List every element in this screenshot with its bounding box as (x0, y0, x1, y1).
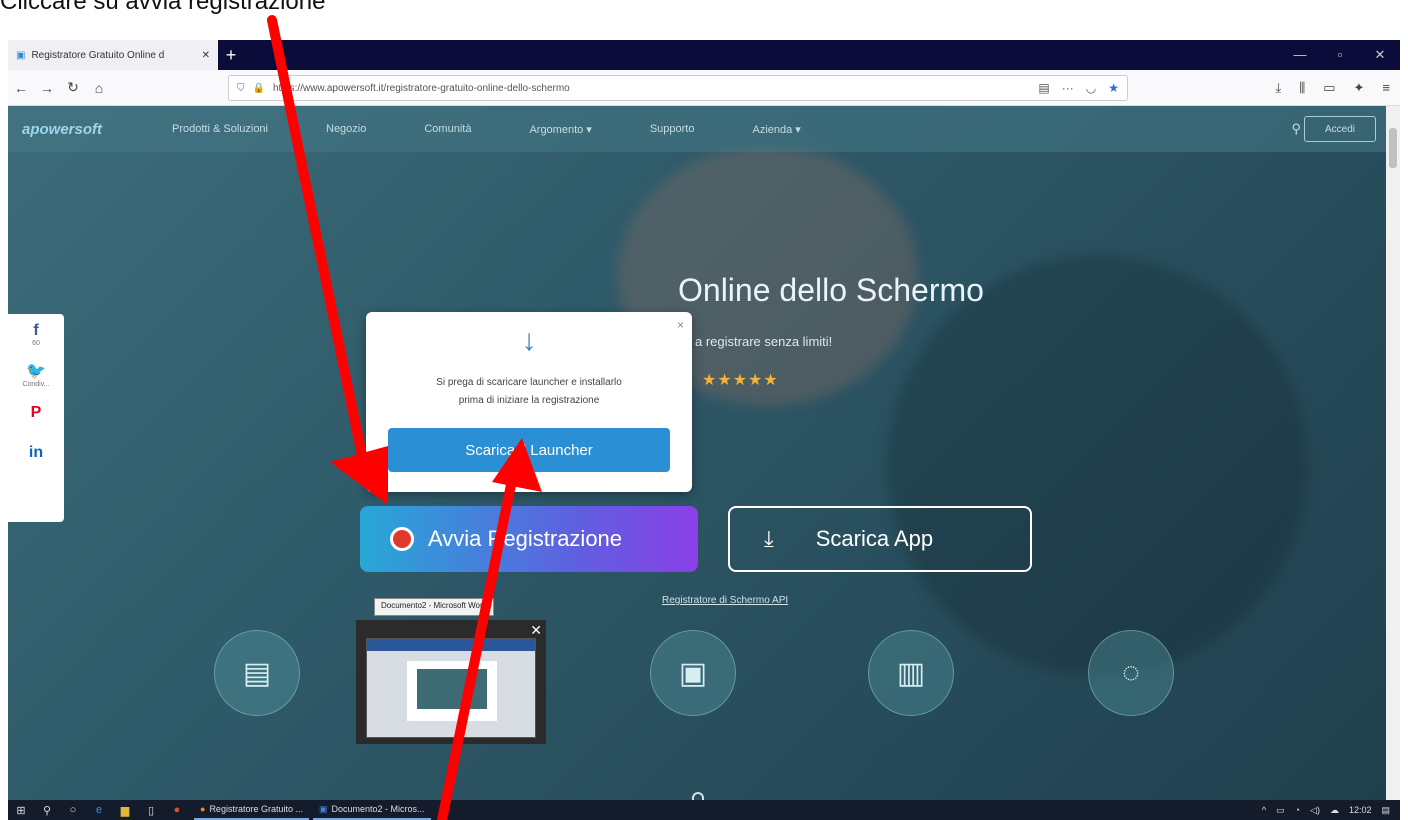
search-icon[interactable]: ⚲ (1291, 121, 1301, 137)
tray-volume-icon[interactable]: ◁) (1310, 805, 1320, 816)
windows-taskbar: ⊞ ⚲ ○ e ▆ ▯ ● ● Registratore Gratuito ..… (8, 800, 1400, 820)
tray-network-icon[interactable]: ◔ (1295, 805, 1300, 815)
tray-battery-icon[interactable]: ▭ (1276, 805, 1285, 816)
popup-message-line2: prima di iniziare la registrazione (458, 395, 600, 406)
nav-company[interactable]: Azienda ▾ (752, 123, 800, 136)
start-recording-label: Avvia Registrazione (428, 526, 623, 551)
launcher-popup: × ↓ Si prega di scaricare launcher e ins… (366, 312, 692, 492)
forward-icon[interactable]: → (34, 80, 60, 96)
feature-document-search-icon[interactable]: ▤ (214, 630, 300, 716)
firefox-icon: ● (200, 804, 206, 814)
scrollbar-thumb[interactable] (1389, 128, 1397, 168)
taskbar-firefox[interactable]: ● Registratore Gratuito ... (194, 800, 309, 820)
menu-icon[interactable]: ≡ (1382, 80, 1390, 96)
extension-icon[interactable]: ✦ (1354, 80, 1365, 96)
download-app-label: Scarica App (815, 526, 934, 551)
favicon-icon: ▣ (16, 49, 26, 61)
facebook-icon[interactable]: f (33, 322, 38, 340)
nav-store[interactable]: Negozio (326, 123, 366, 135)
nav-topics[interactable]: Argomento ▾ (529, 123, 591, 136)
close-window-button[interactable]: ✕ (1360, 47, 1400, 63)
browser-tab[interactable]: ▣ Registratore Gratuito Online d ✕ (8, 40, 218, 70)
login-button[interactable]: Accedi (1304, 116, 1376, 142)
webpage: apowersoft Prodotti & Soluzioni Negozio … (8, 106, 1386, 800)
nav-support[interactable]: Supporto (650, 123, 695, 135)
feature-window-capture-icon[interactable]: ▣ (650, 630, 736, 716)
download-arrow-icon: ↓ (521, 324, 537, 357)
new-tab-button[interactable]: + (218, 40, 244, 70)
windows-start-icon[interactable]: ⊞ (8, 804, 34, 817)
vertical-scrollbar[interactable] (1386, 106, 1400, 800)
social-share-bar: f 60 🐦 Condiv... P in (8, 314, 64, 522)
instruction-caption: Cliccare su avvia registrazione (0, 0, 326, 15)
download-icon: ⤓ (764, 526, 774, 551)
browser-window: ▣ Registratore Gratuito Online d ✕ + — ▫… (8, 40, 1400, 800)
shield-icon: ⛉ (237, 82, 245, 94)
preview-thumbnail (366, 638, 536, 738)
system-tray: ^ ▭ ◔ ◁) ☁ 12:02 ▤ (1262, 805, 1400, 816)
twitter-icon[interactable]: 🐦 (26, 363, 46, 381)
download-app-button[interactable]: ⤓ Scarica App (728, 506, 1032, 572)
chrome-icon[interactable]: ● (164, 804, 190, 816)
search-icon[interactable]: ⚲ (34, 804, 60, 817)
navigation-toolbar: ← → ↻ ⌂ ⛉ 🔒 https://www.apowersoft.it/re… (8, 70, 1400, 106)
bookmark-star-icon[interactable]: ★ (1108, 81, 1119, 95)
nav-products[interactable]: Prodotti & Soluzioni (172, 123, 268, 135)
calculator-icon[interactable]: ▯ (138, 804, 164, 817)
facebook-count: 60 (32, 340, 40, 347)
pinterest-icon[interactable]: P (31, 404, 42, 422)
twitter-label: Condiv... (22, 381, 50, 388)
tab-title: Registratore Gratuito Online d (31, 49, 165, 61)
taskbar-word-label: Documento2 - Micros... (331, 804, 425, 814)
hero-subtitle: a registrare senza limiti! (695, 334, 833, 349)
pocket-icon[interactable]: ◡ (1086, 81, 1096, 95)
preview-close-icon[interactable]: ✕ (530, 622, 542, 639)
back-icon[interactable]: ← (8, 80, 34, 96)
hero-title: Online dello Schermo (678, 272, 984, 308)
more-icon[interactable]: ··· (1062, 81, 1074, 95)
clock-time[interactable]: 12:02 (1349, 805, 1372, 815)
downloads-icon[interactable]: ⤓ (1275, 80, 1281, 96)
feature-chat-icon[interactable]: ◌ (1088, 630, 1174, 716)
sidebar-icon[interactable]: ▭ (1323, 80, 1335, 96)
word-icon: ▣ (318, 803, 328, 814)
taskbar-firefox-label: Registratore Gratuito ... (209, 804, 303, 814)
taskbar-word[interactable]: ▣ Documento2 - Micros... (312, 800, 431, 820)
edge-icon[interactable]: e (86, 804, 112, 816)
maximize-button[interactable]: ▫ (1320, 47, 1360, 63)
rating-stars: ★★★★★ (702, 372, 779, 389)
close-tab-icon[interactable]: ✕ (202, 50, 210, 61)
tab-bar: ▣ Registratore Gratuito Online d ✕ + — ▫… (8, 40, 1400, 70)
url-text: https://www.apowersoft.it/registratore-g… (272, 82, 570, 94)
minimize-button[interactable]: — (1280, 47, 1320, 63)
tray-cloud-icon[interactable]: ☁ (1330, 805, 1339, 816)
reload-icon[interactable]: ↻ (60, 79, 86, 96)
popup-message-line1: Si prega di scaricare launcher e install… (436, 377, 622, 388)
lock-icon: 🔒 (252, 82, 265, 94)
nav-community[interactable]: Comunità (424, 123, 471, 135)
api-link[interactable]: Registratore di Schermo API (662, 595, 788, 606)
taskbar-preview-window[interactable]: ✕ (356, 620, 546, 744)
cortana-icon[interactable]: ○ (60, 804, 86, 816)
apowersoft-logo[interactable]: apowersoft (22, 121, 172, 138)
linkedin-icon[interactable]: in (29, 444, 43, 462)
tray-arrow-icon[interactable]: ^ (1262, 805, 1266, 815)
home-icon[interactable]: ⌂ (86, 80, 112, 96)
notifications-icon[interactable]: ▤ (1381, 805, 1390, 816)
site-navigation: apowersoft Prodotti & Soluzioni Negozio … (8, 106, 1386, 152)
taskbar-preview-title: Documento2 - Microsoft Word (374, 598, 495, 616)
popup-message: Si prega di scaricare launcher e install… (390, 374, 668, 410)
reader-view-icon[interactable]: ▤ (1038, 81, 1049, 95)
scroll-indicator-icon (692, 792, 704, 800)
start-recording-button[interactable]: Avvia Registrazione (360, 506, 698, 572)
file-explorer-icon[interactable]: ▆ (112, 804, 138, 817)
address-bar[interactable]: ⛉ 🔒 https://www.apowersoft.it/registrato… (228, 75, 1128, 101)
background-photo-shadow (888, 256, 1308, 676)
library-icon[interactable]: ⫼ (1299, 80, 1305, 96)
record-icon (390, 527, 414, 551)
feature-devices-icon[interactable]: ▥ (868, 630, 954, 716)
download-launcher-button[interactable]: Scarica il Launcher (388, 428, 670, 472)
